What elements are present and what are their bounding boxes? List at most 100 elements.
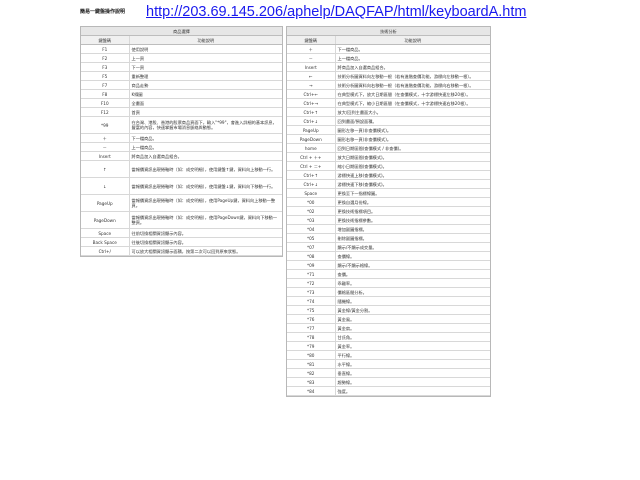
- panel-title: 技術分析: [287, 27, 490, 36]
- table-row: F3 下一頁: [81, 62, 282, 72]
- key-cell: *80: [287, 350, 336, 360]
- table-row: ＋下一檔商品。: [287, 44, 490, 54]
- description-cell: 當報價資訊出現捲軸時（如：成交明細），使用鍵盤↓鍵，資料向下移動一行。: [129, 177, 282, 195]
- key-cell: *07: [287, 242, 336, 252]
- description-cell: 使用說明: [129, 44, 282, 54]
- table-row: F10 全畫面: [81, 98, 282, 108]
- description-cell: 圖形右移一頁(非查價模式)。: [335, 134, 490, 144]
- description-cell: 將商品加入自選商品組合。: [129, 151, 282, 161]
- table-row: F12 首頁: [81, 107, 282, 117]
- table-row: *00 更換自選月份線。: [287, 197, 490, 207]
- table-row: *84 強度。: [287, 386, 490, 396]
- description-cell: 將商品加入自選商品組合。: [335, 62, 490, 72]
- column-header-key: 鍵盤碼: [287, 35, 336, 45]
- key-cell: Space: [81, 228, 130, 238]
- description-cell: 更換技術指標參數。: [335, 215, 490, 225]
- description-cell: 水平線。: [335, 359, 490, 369]
- key-cell: *72: [287, 278, 336, 288]
- table-row: *80 平行線。: [287, 350, 490, 360]
- key-cell: PageUp: [81, 194, 130, 212]
- description-cell: K線圖: [129, 89, 282, 99]
- key-cell: F7: [81, 80, 130, 90]
- description-cell: 更換至下一指標線圖。: [335, 188, 490, 198]
- description-cell: 甘氏角。: [335, 332, 490, 342]
- page-heading: 簡易一鍵盤操作說明: [80, 9, 126, 15]
- key-cell: Ctrl+↑: [287, 107, 336, 117]
- description-cell: 重新整理: [129, 71, 282, 81]
- key-cell: Space: [287, 188, 336, 198]
- key-cell: *05: [287, 233, 336, 243]
- table-row: Insert 將商品加入自選商品組合。: [81, 151, 282, 161]
- technical-analysis-panel: 技術分析 鍵盤碼 功能說明 ＋下一檔商品。－上一檔商品。 Insert 將商品加入自…: [286, 26, 491, 397]
- table-row: PageDown 當報價資訊出現捲軸時（如：成交明細），使用PageDown鍵，資…: [81, 211, 282, 229]
- table-row: *99 在台灣、港股、香港的股票商品頁面下，輸入"*99"，會進入詳細的基本訊息，…: [81, 116, 282, 134]
- table-row: *83 趨勢線。: [287, 377, 490, 387]
- description-cell: 游標快速下移(查價模式)。: [335, 179, 490, 189]
- page-url-link[interactable]: http://203.69.145.206/aphelp/DAQFAP/html…: [146, 4, 526, 20]
- table-row: → 技術分析圖資料向右移動一根（若有進階查價功能，游標向右移動一根）。: [287, 80, 490, 90]
- description-cell: 在台灣、港股、香港的股票商品頁面下，輸入"*99"，會進入詳細的基本訊息，豐富的…: [129, 116, 282, 134]
- key-cell: F10: [81, 98, 130, 108]
- description-cell: 回到日期區間(查價模式 / 非查價)。: [335, 143, 490, 153]
- key-cell: *78: [287, 332, 336, 342]
- description-cell: 查價。: [335, 269, 490, 279]
- description-cell: 黃金率。: [335, 341, 490, 351]
- description-cell: 下一檔商品。: [129, 133, 282, 143]
- table-row: Ctrl+↑ 放大/回到主畫面大小。: [287, 107, 490, 117]
- description-cell: 下一頁: [129, 62, 282, 72]
- table-row: F8 K線圖: [81, 89, 282, 99]
- table-row: *73 價格區間分析。: [287, 287, 490, 297]
- table-row: Ctrl+↓ 游標快速下移(查價模式)。: [287, 179, 490, 189]
- key-cell: Ctrl+↓: [287, 179, 336, 189]
- description-cell: 在典型模式下，縮小日期區間（在查價模式，十字游標快速右移20根）。: [335, 98, 490, 108]
- key-cell: F5: [81, 71, 130, 81]
- description-cell: 乖離率。: [335, 278, 490, 288]
- table-row: F1 使用說明: [81, 44, 282, 54]
- key-cell: Ctrl+↑: [287, 170, 336, 180]
- key-cell: ↑: [81, 160, 130, 178]
- key-cell: F8: [81, 89, 130, 99]
- key-cell: →: [287, 80, 336, 90]
- table-row: *78 甘氏角。: [287, 332, 490, 342]
- key-cell: F2: [81, 53, 130, 63]
- table-row: －上一檔商品。: [287, 53, 490, 63]
- description-cell: 縮小日期區間(查價模式)。: [335, 161, 490, 171]
- description-cell: 價格區間分析。: [335, 287, 490, 297]
- description-cell: 上一頁: [129, 53, 282, 63]
- table-row: Ctrl+← 在典型模式下，放大日期區間（在查價模式，十字游標快速左移20根）。: [287, 89, 490, 99]
- description-cell: 黃金風。: [335, 314, 490, 324]
- description-cell: 平行線。: [335, 350, 490, 360]
- description-cell: 趨勢線。: [335, 377, 490, 387]
- table-row: *72 乖離率。: [287, 278, 490, 288]
- column-header-description: 功能說明: [335, 35, 490, 45]
- table-row: PageUp 當報價資訊出現捲軸時（如：成交明細），使用PageUp鍵，資料向上移…: [81, 194, 282, 212]
- description-cell: 刪除副圖指標。: [335, 233, 490, 243]
- description-cell: 圖形左移一頁(非查價模式)。: [335, 125, 490, 135]
- key-cell: *73: [287, 287, 336, 297]
- key-cell: F12: [81, 107, 130, 117]
- key-cell: *84: [287, 386, 336, 396]
- table-row: *04 增加副圖指標。: [287, 224, 490, 234]
- key-cell: *71: [287, 269, 336, 279]
- description-cell: 上一檔商品。: [129, 142, 282, 152]
- description-cell: 商品走勢: [129, 80, 282, 90]
- product-selection-table: 商品選擇 鍵盤碼 功能說明 F1 使用說明 F2 上一頁 F3 下一頁 F5 重新整理 F7 商品…: [81, 27, 282, 256]
- table-row: ← 技術分析圖資料向左移動一根（若有進階查價功能，游標向左移動一根）。: [287, 71, 490, 81]
- description-cell: 更換技術指標項目。: [335, 206, 490, 216]
- panel-title: 商品選擇: [81, 27, 282, 36]
- key-cell: ＋: [287, 44, 336, 54]
- key-cell: Insert: [287, 62, 336, 72]
- key-cell: ＋: [81, 133, 130, 143]
- table-row: F5 重新整理: [81, 71, 282, 81]
- table-row: PageUp 圖形左移一頁(非查價模式)。: [287, 125, 490, 135]
- table-row: *75 黃金線/黃金分割。: [287, 305, 490, 315]
- description-cell: 上一檔商品。: [335, 53, 490, 63]
- table-row: *76 黃金風。: [287, 314, 490, 324]
- key-cell: *04: [287, 224, 336, 234]
- key-cell: *02: [287, 206, 336, 216]
- key-cell: Ctrl + ＝+: [287, 161, 336, 171]
- description-cell: 黃金扇。: [335, 323, 490, 333]
- description-cell: 當報價資訊出現捲軸時（如：成交明細），使用PageUp鍵，資料向上移動一整頁。: [129, 194, 282, 212]
- key-cell: *99: [81, 116, 130, 134]
- key-cell: PageDown: [81, 211, 130, 229]
